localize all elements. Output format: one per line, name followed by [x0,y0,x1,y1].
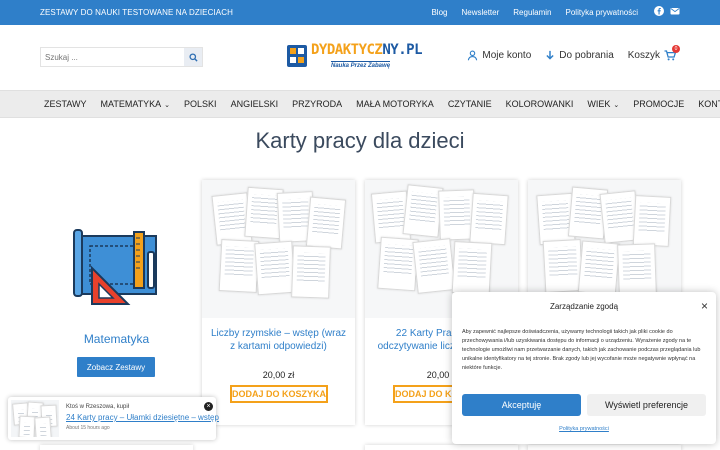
downloads-label: Do pobrania [559,50,614,61]
main-nav: ZESTAWY MATEMATYKA ⌄ POLSKI ANGIELSKI PRZ… [0,90,720,118]
site-header: DYDAKTYCZNY.PL Nauka Przez Zabawę Moje k… [0,25,720,90]
search-input[interactable] [41,48,186,66]
logo-wordmark: DYDAKTYCZNY.PL [311,42,423,58]
product-image[interactable] [202,180,355,318]
view-preferences-button[interactable]: Wyświetl preferencje [587,394,706,416]
product-title[interactable]: Liczby rzymskie – wstęp (wraz z kartami … [210,327,347,353]
social-links [654,6,680,16]
cart-label: Koszyk [627,50,660,61]
product-card-row2 [365,445,518,450]
page-title: Karty pracy dla dzieci [255,128,465,153]
sale-product-link[interactable]: 24 Karty pracy – Ułamki dziesiętne – wst… [66,413,219,422]
privacy-policy-link[interactable]: Polityka prywatności [452,426,716,432]
math-tools-icon [73,229,157,305]
nav-item-matematyka[interactable]: MATEMATYKA ⌄ [101,99,171,109]
logo-slogan: Nauka Przez Zabawę [331,61,391,69]
top-link-privacy[interactable]: Polityka prywatności [566,8,638,17]
product-card[interactable]: Liczby rzymskie – wstęp (wraz z kartami … [202,180,355,425]
logo-mark-icon [287,45,307,67]
downloads-link[interactable]: Do pobrania [545,50,614,61]
sale-time-ago: About 15 hours ago [66,425,110,431]
nav-item-kontakt[interactable]: KONTAKT [698,99,720,109]
close-icon[interactable]: × [701,299,708,313]
top-links: Blog Newsletter Regulamin Polityka prywa… [431,8,674,17]
product-card-row2 [40,445,193,450]
my-account-label: Moje konto [482,50,532,61]
consent-text: Aby zapewnić najlepsze doświadczenia, uż… [462,329,701,371]
nav-item-przyroda[interactable]: PRZYRODA [292,99,342,109]
main-nav-list: ZESTAWY MATEMATYKA ⌄ POLSKI ANGIELSKI PRZ… [44,99,720,109]
sale-product-thumbnail[interactable] [11,400,59,437]
nav-item-polski[interactable]: POLSKI [184,99,217,109]
nav-item-angielski[interactable]: ANGIELSKI [231,99,279,109]
category-name: Matematyka [83,332,150,346]
recent-sale-popup: Ktoś w Rzeszowa, kupił 24 Karty pracy – … [8,397,219,440]
top-bar: ZESTAWY DO NAUKI TESTOWANE NA DZIECIACH … [0,0,720,25]
top-tagline: ZESTAWY DO NAUKI TESTOWANE NA DZIECIACH [40,8,233,17]
sale-buyer-text: Ktoś w Rzeszowa, kupił [66,404,130,410]
nav-item-kolorowanki[interactable]: KOLOROWANKI [506,99,574,109]
nav-item-czytanie[interactable]: CZYTANIE [448,99,492,109]
chevron-down-icon: ⌄ [164,102,171,109]
consent-title: Zarządzanie zgodą [549,302,619,311]
nav-item-mala-motoryka[interactable]: MAŁA MOTORYKA [356,99,434,109]
search-icon [188,52,198,62]
product-card-row2 [528,445,681,450]
nav-item-zestawy[interactable]: ZESTAWY [44,99,87,109]
header-actions: Moje konto Do pobrania Koszyk 0 [467,45,680,61]
user-icon [468,50,478,61]
site-logo[interactable]: DYDAKTYCZNY.PL Nauka Przez Zabawę [287,42,437,78]
product-price: 20,00 zł [262,370,295,380]
search-box [40,47,203,67]
nav-item-promocje[interactable]: PROMOCJE [633,99,684,109]
search-button[interactable] [184,48,202,66]
top-link-newsletter[interactable]: Newsletter [461,8,499,17]
add-to-cart-button[interactable]: DODAJ DO KOSZYKA [230,385,328,403]
nav-item-wiek[interactable]: WIEK ⌄ [587,99,619,109]
cart-count-badge: 0 [672,45,680,53]
category-card-matematyka: Matematyka Zobacz Zestawy [40,180,193,425]
top-link-regulamin[interactable]: Regulamin [513,8,551,17]
cookie-consent-dialog: Zarządzanie zgodą × Aby zapewnić najleps… [452,292,716,444]
top-link-blog[interactable]: Blog [431,8,447,17]
close-icon[interactable]: × [204,402,213,411]
cart-link[interactable]: Koszyk 0 [627,45,680,61]
chevron-down-icon: ⌄ [613,102,620,109]
accept-button[interactable]: Akceptuję [462,394,581,416]
download-arrow-icon [546,50,554,60]
see-sets-button[interactable]: Zobacz Zestawy [77,357,155,377]
facebook-icon[interactable] [654,6,664,16]
cart-icon-wrap: 0 [664,45,680,61]
my-account-link[interactable]: Moje konto [467,50,531,61]
mail-icon[interactable] [670,6,680,16]
